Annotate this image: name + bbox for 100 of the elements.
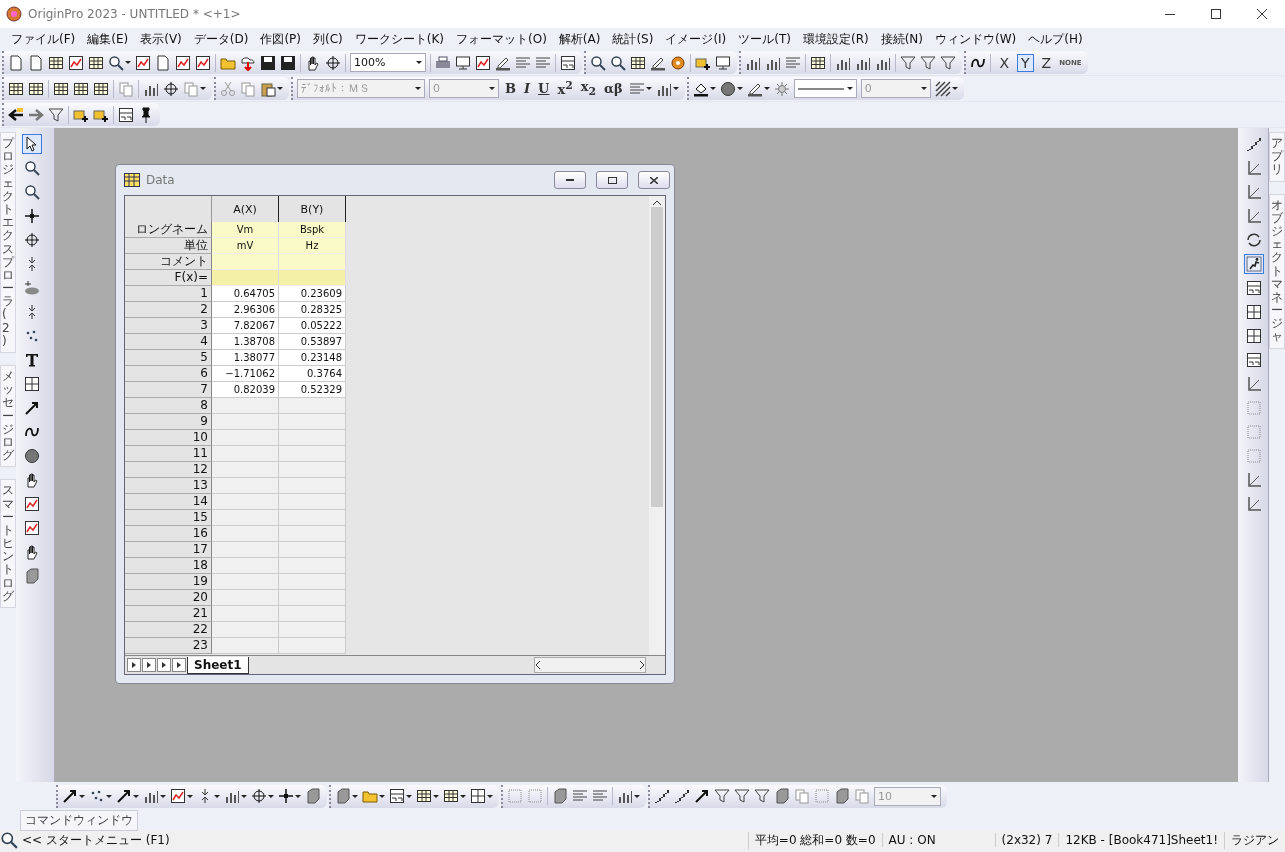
menu-item[interactable]: ツール(T) (733, 28, 796, 50)
table-cell[interactable]: 7.82067 (212, 318, 279, 334)
circle-icon[interactable] (719, 80, 736, 97)
table-icon[interactable] (73, 80, 89, 97)
caret-icon[interactable] (379, 794, 385, 798)
cloud-download-icon[interactable] (240, 54, 256, 71)
funnel-icon[interactable] (940, 54, 957, 71)
menu-item[interactable]: 統計(S) (607, 28, 659, 50)
dotted-frame-icon[interactable] (507, 788, 523, 804)
table-cell[interactable]: −1.71062 (212, 366, 279, 382)
menu-item[interactable]: ヘルプ(H) (1023, 28, 1088, 50)
table-icon[interactable] (8, 80, 24, 97)
arrow-icon[interactable] (62, 788, 78, 804)
start-menu-link[interactable]: << スタートメニュー (F1) (22, 831, 170, 849)
caret-icon[interactable] (489, 87, 495, 90)
table-cell[interactable]: 0.82039 (212, 382, 279, 398)
caret-icon[interactable] (709, 87, 716, 90)
staircase-icon[interactable] (654, 788, 670, 804)
format-button[interactable]: U (536, 81, 552, 96)
table-icon[interactable] (48, 54, 64, 71)
restore-button[interactable] (596, 171, 628, 189)
caret-icon[interactable] (352, 794, 358, 798)
hatch-pattern-icon[interactable] (934, 80, 951, 97)
axis-toggle-button[interactable]: Y (1017, 53, 1034, 72)
label-cell[interactable]: Hz (279, 238, 346, 254)
format-button[interactable]: I (522, 81, 533, 96)
crosshair-icon[interactable] (278, 788, 294, 804)
side-panel-tab[interactable]: プロジェクトエクスプローラ (2) (0, 132, 16, 353)
side-panel-tab[interactable]: オブジェクトマネージャ (1269, 193, 1285, 349)
table-cell[interactable]: 0.23609 (279, 286, 346, 302)
forward-arrow-icon[interactable] (28, 106, 44, 123)
target-icon[interactable] (251, 788, 267, 804)
funnel-icon[interactable] (754, 788, 770, 804)
maximize-icon[interactable] (1211, 9, 1221, 19)
sheet-nav-button[interactable] (157, 658, 171, 672)
funnel-icon[interactable] (920, 54, 937, 71)
caret-icon[interactable] (634, 794, 640, 798)
menu-item[interactable]: 環境設定(R) (798, 28, 874, 50)
sheet-nav-button[interactable] (127, 658, 141, 672)
line-style-combo[interactable] (793, 79, 857, 98)
bar-chart-icon[interactable] (224, 788, 240, 804)
caret-icon[interactable] (672, 87, 679, 90)
sheet-nav-button[interactable] (172, 658, 186, 672)
lines-icon[interactable] (592, 788, 608, 804)
table-cell[interactable]: 0.53897 (279, 334, 346, 350)
table-icon[interactable] (630, 54, 647, 71)
document-icon[interactable] (8, 54, 24, 71)
menu-item[interactable]: フォーマット(O) (451, 28, 552, 50)
chart-icon[interactable] (195, 54, 211, 71)
table-cell[interactable]: 0.64705 (212, 286, 279, 302)
sheet-tab[interactable]: Sheet1 (187, 656, 249, 674)
back-arrow-icon[interactable] (8, 106, 24, 123)
table-cell[interactable]: 2.96306 (212, 302, 279, 318)
lines-icon[interactable] (572, 788, 588, 804)
caret-icon[interactable] (160, 794, 166, 798)
command-window-tab[interactable]: コマンドウィンドウ (20, 809, 138, 831)
side-panel-tab[interactable]: スマートヒントログ (0, 479, 16, 608)
menu-item[interactable]: イメージ(I) (660, 28, 732, 50)
funnel-icon[interactable] (714, 788, 730, 804)
menu-item[interactable]: ファイル(F) (6, 28, 81, 50)
chart-icon[interactable] (135, 54, 151, 71)
caret-icon[interactable] (133, 794, 139, 798)
box-icon[interactable] (305, 788, 321, 804)
chart-icon[interactable] (175, 54, 191, 71)
table-cell[interactable]: 0.23148 (279, 350, 346, 366)
script-button[interactable]: x$_{2}$ (578, 79, 599, 98)
caret-icon[interactable] (920, 87, 927, 90)
menu-item[interactable]: 編集(E) (82, 28, 134, 50)
close-button[interactable] (638, 171, 670, 189)
table-icon[interactable] (53, 80, 69, 97)
monitor-icon[interactable] (715, 54, 732, 71)
close-icon[interactable] (1257, 9, 1267, 19)
greek-button[interactable]: αβ (602, 81, 625, 96)
hand-icon[interactable] (305, 54, 321, 71)
sun-icon[interactable] (773, 80, 790, 97)
horizontal-scrollbar[interactable] (534, 657, 646, 673)
magnifier-icon[interactable] (590, 54, 607, 71)
table-icon[interactable] (416, 788, 432, 804)
target-icon[interactable] (325, 54, 341, 71)
menu-item[interactable]: ウィンドウ(W) (930, 28, 1022, 50)
layout-icon[interactable] (389, 788, 405, 804)
funnel-icon[interactable] (734, 788, 750, 804)
document-icon[interactable] (28, 54, 44, 71)
caret-icon[interactable] (433, 794, 439, 798)
menu-item[interactable]: 表示(V) (135, 28, 187, 50)
caret-icon[interactable] (951, 87, 958, 90)
folder-icon[interactable] (362, 788, 378, 804)
box-icon[interactable] (774, 788, 790, 804)
table-icon[interactable] (28, 80, 44, 97)
side-panel-tab[interactable]: メッセージログ (0, 365, 16, 468)
caret-icon[interactable] (415, 87, 421, 90)
monitor-icon[interactable] (455, 54, 472, 71)
caret-icon[interactable] (79, 794, 85, 798)
caret-icon[interactable] (200, 87, 206, 90)
axis-toggle-button[interactable]: Z (1037, 53, 1056, 72)
bar-chart-icon[interactable] (143, 788, 159, 804)
vertical-scrollbar[interactable] (649, 196, 665, 655)
layout-icon[interactable] (560, 54, 577, 71)
table-cell[interactable]: 1.38708 (212, 334, 279, 350)
arrow-icon[interactable] (694, 788, 710, 804)
